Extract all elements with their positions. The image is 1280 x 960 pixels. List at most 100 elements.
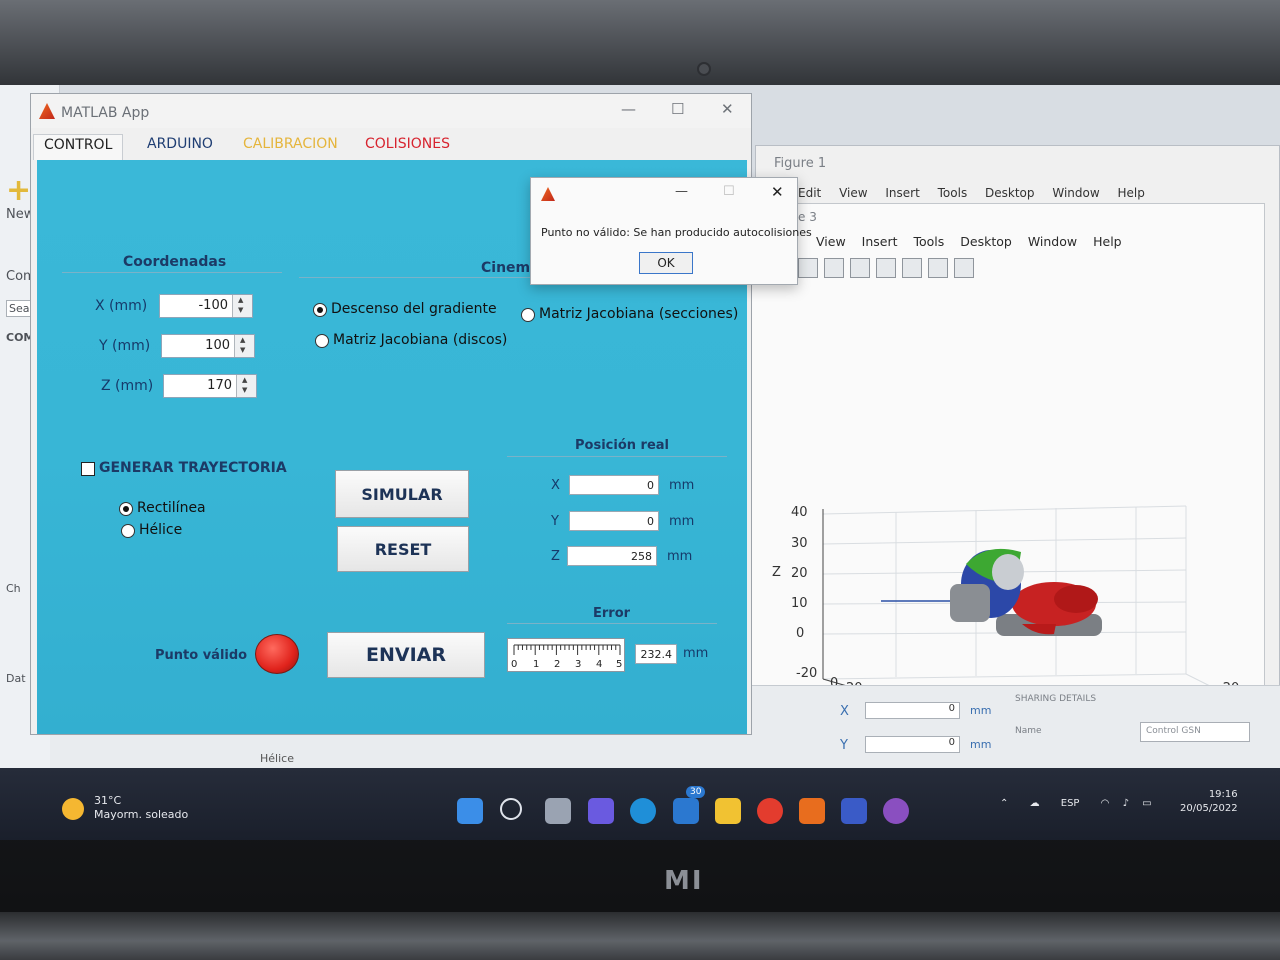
menu-view[interactable]: View xyxy=(839,186,867,200)
spinner-arrows[interactable]: ▲ ▼ xyxy=(232,295,252,317)
y-value: 100 xyxy=(205,338,230,353)
figure1-menubar: Edit View Insert Tools Desktop Window He… xyxy=(798,186,1159,200)
tab-colisiones[interactable]: COLISIONES xyxy=(355,134,460,160)
y-spinner[interactable]: 100 ▲ ▼ xyxy=(161,334,255,358)
generar-trayectoria-checkbox[interactable] xyxy=(81,462,95,476)
insert-legend-icon[interactable] xyxy=(902,258,922,278)
rectilinea-label: Rectilínea xyxy=(137,500,206,516)
new-plus-icon[interactable]: + xyxy=(6,173,31,208)
menu-help[interactable]: Help xyxy=(1093,234,1122,249)
dat-label: Dat xyxy=(6,672,26,685)
error-unit: mm xyxy=(683,646,709,661)
ch-label: Ch xyxy=(6,582,21,595)
z-tick: 40 xyxy=(791,505,808,520)
spinner-arrows[interactable]: ▲ ▼ xyxy=(234,335,254,357)
minimize-icon[interactable]: — xyxy=(675,184,688,199)
teams-icon[interactable] xyxy=(588,798,614,824)
dock-icon[interactable] xyxy=(954,258,974,278)
radio-rectilinea[interactable] xyxy=(119,502,133,516)
maximize-icon[interactable]: ☐ xyxy=(671,100,684,118)
error-value-field[interactable]: 232.4 xyxy=(635,644,677,664)
pos-y-field[interactable]: 0 xyxy=(569,511,659,531)
pos-x-field[interactable]: 0 xyxy=(569,475,659,495)
menu-window[interactable]: Window xyxy=(1028,234,1077,249)
z-tick: -20 xyxy=(796,666,817,681)
matlab-taskbar-icon[interactable] xyxy=(799,798,825,824)
radio-helice[interactable] xyxy=(121,524,135,538)
lower-y-field[interactable]: 0 xyxy=(865,736,960,753)
app-taskbar-icon[interactable] xyxy=(841,798,867,824)
weather-widget[interactable]: 31°C Mayorm. soleado xyxy=(94,794,188,822)
z-spinner[interactable]: 170 ▲ ▼ xyxy=(163,374,257,398)
x-label: X (mm) xyxy=(95,298,148,314)
spinner-arrows[interactable]: ▲ ▼ xyxy=(236,375,256,397)
enviar-button[interactable]: ENVIAR xyxy=(327,632,485,678)
save-icon[interactable] xyxy=(798,258,818,278)
link-icon[interactable] xyxy=(850,258,870,278)
maximize-icon: ☐ xyxy=(723,184,735,199)
wifi-icon[interactable]: ◠ xyxy=(1101,798,1110,809)
z-label: Z (mm) xyxy=(101,378,154,394)
chrome-icon[interactable] xyxy=(757,798,783,824)
file-explorer-icon[interactable] xyxy=(715,798,741,824)
simular-button[interactable]: SIMULAR xyxy=(335,470,469,518)
dialog-message: Punto no válido: Se han producido autoco… xyxy=(541,226,812,239)
mail-icon[interactable] xyxy=(673,798,699,824)
pointer-icon[interactable] xyxy=(928,258,948,278)
menu-edit[interactable]: Edit xyxy=(798,186,821,200)
radio-jacobiana-discos[interactable] xyxy=(315,334,329,348)
pos-z-field[interactable]: 258 xyxy=(567,546,657,566)
app-titlebar: MATLAB App — ☐ ✕ xyxy=(31,94,751,128)
radio-descenso-gradiente[interactable] xyxy=(313,303,327,317)
language-indicator[interactable]: ESP xyxy=(1061,798,1080,809)
onedrive-icon[interactable]: ☁ xyxy=(1030,798,1040,809)
lower-x-unit: mm xyxy=(970,704,992,717)
tab-arduino[interactable]: ARDUINO xyxy=(137,134,223,160)
helice-label-bg: Hélice xyxy=(260,752,294,765)
menu-desktop[interactable]: Desktop xyxy=(960,234,1012,249)
menu-tools[interactable]: Tools xyxy=(938,186,968,200)
tab-calibracion[interactable]: CALIBRACION xyxy=(233,134,348,160)
close-icon[interactable]: ✕ xyxy=(721,100,734,118)
error-gauge: 0 1 2 3 4 5 xyxy=(507,638,625,672)
jacobiana-secciones-label: Matriz Jacobiana (secciones) xyxy=(539,306,739,322)
time: 19:16 xyxy=(1208,789,1238,800)
ok-button[interactable]: OK xyxy=(639,252,693,274)
gauge-tick-label: 0 xyxy=(511,659,517,670)
menu-view[interactable]: View xyxy=(816,234,846,249)
x-spinner[interactable]: -100 ▲ ▼ xyxy=(159,294,253,318)
menu-insert[interactable]: Insert xyxy=(862,234,898,249)
plot-3d-axes[interactable]: 40 30 20 10 0 -20 Z 0 20 40 60 80 Y 60 4… xyxy=(736,284,1266,704)
open-property-icon[interactable] xyxy=(876,258,896,278)
edge-icon[interactable] xyxy=(630,798,656,824)
start-icon[interactable] xyxy=(457,798,483,824)
menu-insert[interactable]: Insert xyxy=(885,186,919,200)
radio-jacobiana-secciones[interactable] xyxy=(521,308,535,322)
menu-help[interactable]: Help xyxy=(1118,186,1145,200)
menu-tools[interactable]: Tools xyxy=(914,234,945,249)
github-icon[interactable] xyxy=(883,798,909,824)
reset-button[interactable]: RESET xyxy=(337,526,469,572)
descenso-gradiente-label: Descenso del gradiente xyxy=(331,301,497,317)
minimize-icon[interactable]: — xyxy=(621,100,636,118)
mail-badge: 30 xyxy=(686,786,706,798)
print-icon[interactable] xyxy=(824,258,844,278)
lower-x-field[interactable]: 0 xyxy=(865,702,960,719)
tab-control[interactable]: CONTROL xyxy=(33,134,124,160)
menu-desktop[interactable]: Desktop xyxy=(985,186,1035,200)
z-tick: 30 xyxy=(791,536,808,551)
battery-icon[interactable]: ▭ xyxy=(1142,798,1151,809)
search-icon[interactable] xyxy=(500,798,522,820)
clock[interactable]: 19:16 20/05/2022 xyxy=(1180,788,1238,816)
tray-chevron-icon[interactable]: ⌃ xyxy=(1000,798,1008,809)
name-field[interactable]: Control GSN xyxy=(1140,722,1250,742)
mi-logo: MI xyxy=(664,866,704,896)
weather-sun-icon xyxy=(62,798,84,820)
volume-icon[interactable]: ♪ xyxy=(1123,798,1129,809)
divider xyxy=(62,272,282,273)
close-icon[interactable]: ✕ xyxy=(771,183,784,201)
matlab-logo-icon xyxy=(541,187,555,201)
z-axis-label: Z xyxy=(772,565,781,580)
task-view-icon[interactable] xyxy=(545,798,571,824)
menu-window[interactable]: Window xyxy=(1052,186,1099,200)
